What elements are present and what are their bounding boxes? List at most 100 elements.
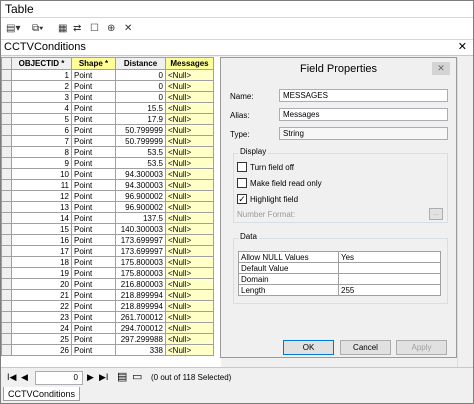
table-row[interactable]: 25 Point 297.299988 <Null> xyxy=(1,333,214,345)
row-selector[interactable] xyxy=(1,234,12,246)
table-row[interactable]: 2 Point 0 <Null> xyxy=(1,80,214,92)
distance-cell[interactable]: 175.800003 xyxy=(115,256,166,268)
shape-cell[interactable]: Point xyxy=(71,91,116,103)
objectid-cell[interactable]: 10 xyxy=(11,168,72,180)
show-all-records-icon[interactable]: ▤ xyxy=(117,370,127,383)
objectid-cell[interactable]: 2 xyxy=(11,80,72,92)
shape-cell[interactable]: Point xyxy=(71,333,116,345)
table-row[interactable]: 22 Point 218.899994 <Null> xyxy=(1,300,214,312)
distance-cell[interactable]: 175.800003 xyxy=(115,267,166,279)
cancel-button[interactable]: Cancel xyxy=(340,340,391,355)
row-selector[interactable] xyxy=(1,157,12,169)
distance-cell[interactable]: 218.899994 xyxy=(115,289,166,301)
vertical-scrollbar[interactable] xyxy=(457,57,473,367)
switch-selection-icon[interactable]: ⇄ xyxy=(73,22,81,36)
distance-cell[interactable]: 0 xyxy=(115,91,166,103)
objectid-cell[interactable]: 21 xyxy=(11,289,72,301)
shape-cell[interactable]: Point xyxy=(71,179,116,191)
shape-cell[interactable]: Point xyxy=(71,135,116,147)
property-row[interactable]: Allow NULL Values Yes xyxy=(238,251,441,263)
row-selector[interactable] xyxy=(1,333,12,345)
distance-cell[interactable]: 173.699997 xyxy=(115,234,166,246)
table-row[interactable]: 12 Point 96.900002 <Null> xyxy=(1,190,214,202)
objectid-cell[interactable]: 17 xyxy=(11,245,72,257)
objectid-cell[interactable]: 1 xyxy=(11,69,72,81)
distance-cell[interactable]: 294.700012 xyxy=(115,322,166,334)
distance-cell[interactable]: 297.299988 xyxy=(115,333,166,345)
shape-cell[interactable]: Point xyxy=(71,256,116,268)
shape-cell[interactable]: Point xyxy=(71,212,116,224)
row-selector[interactable] xyxy=(1,245,12,257)
table-row[interactable]: 9 Point 53.5 <Null> xyxy=(1,157,214,169)
table-row[interactable]: 1 Point 0 <Null> xyxy=(1,69,214,81)
distance-cell[interactable]: 261.700012 xyxy=(115,311,166,323)
table-row[interactable]: 6 Point 50.799999 <Null> xyxy=(1,124,214,136)
objectid-cell[interactable]: 8 xyxy=(11,146,72,158)
objectid-cell[interactable]: 16 xyxy=(11,234,72,246)
objectid-cell[interactable]: 24 xyxy=(11,322,72,334)
turn-field-off-checkbox[interactable] xyxy=(237,162,247,172)
close-icon[interactable]: ✕ xyxy=(458,40,467,53)
column-header-shape[interactable]: Shape * xyxy=(71,57,116,70)
table-row[interactable]: 11 Point 94.300003 <Null> xyxy=(1,179,214,191)
first-record-icon[interactable]: I◀ xyxy=(7,372,16,383)
name-field[interactable]: MESSAGES xyxy=(279,89,448,102)
table-row[interactable]: 23 Point 261.700012 <Null> xyxy=(1,311,214,323)
distance-cell[interactable]: 218.899994 xyxy=(115,300,166,312)
messages-cell[interactable]: <Null> xyxy=(165,102,214,114)
row-selector[interactable] xyxy=(1,256,12,268)
table-row[interactable]: 17 Point 173.699997 <Null> xyxy=(1,245,214,257)
objectid-cell[interactable]: 9 xyxy=(11,157,72,169)
table-row[interactable]: 15 Point 140.300003 <Null> xyxy=(1,223,214,235)
dialog-close-button[interactable]: ✕ xyxy=(432,62,450,75)
distance-cell[interactable]: 173.699997 xyxy=(115,245,166,257)
distance-cell[interactable]: 50.799999 xyxy=(115,124,166,136)
row-selector[interactable] xyxy=(1,223,12,235)
column-header-distance[interactable]: Distance xyxy=(115,57,166,70)
messages-cell[interactable]: <Null> xyxy=(165,157,214,169)
shape-cell[interactable]: Point xyxy=(71,245,116,257)
shape-cell[interactable]: Point xyxy=(71,113,116,125)
messages-cell[interactable]: <Null> xyxy=(165,91,214,103)
shape-cell[interactable]: Point xyxy=(71,344,116,356)
table-row[interactable]: 26 Point 338 <Null> xyxy=(1,344,214,356)
messages-cell[interactable]: <Null> xyxy=(165,223,214,235)
shape-cell[interactable]: Point xyxy=(71,278,116,290)
shape-cell[interactable]: Point xyxy=(71,300,116,312)
table-row[interactable]: 20 Point 216.800003 <Null> xyxy=(1,278,214,290)
shape-cell[interactable]: Point xyxy=(71,146,116,158)
related-tables-icon[interactable]: ⧉▾ xyxy=(32,22,43,36)
shape-cell[interactable]: Point xyxy=(71,168,116,180)
objectid-cell[interactable]: 12 xyxy=(11,190,72,202)
row-selector[interactable] xyxy=(1,168,12,180)
shape-cell[interactable]: Point xyxy=(71,311,116,323)
table-row[interactable]: 7 Point 50.799999 <Null> xyxy=(1,135,214,147)
row-selector[interactable] xyxy=(1,69,12,81)
ok-button[interactable]: OK xyxy=(283,340,334,355)
row-selector[interactable] xyxy=(1,80,12,92)
table-row[interactable]: 10 Point 94.300003 <Null> xyxy=(1,168,214,180)
distance-cell[interactable]: 96.900002 xyxy=(115,201,166,213)
clear-selection-icon[interactable]: ☐ xyxy=(90,22,99,36)
row-selector[interactable] xyxy=(1,212,12,224)
shape-cell[interactable]: Point xyxy=(71,322,116,334)
messages-cell[interactable]: <Null> xyxy=(165,333,214,345)
shape-cell[interactable]: Point xyxy=(71,124,116,136)
shape-cell[interactable]: Point xyxy=(71,234,116,246)
table-row[interactable]: 13 Point 96.900002 <Null> xyxy=(1,201,214,213)
distance-cell[interactable]: 140.300003 xyxy=(115,223,166,235)
distance-cell[interactable]: 0 xyxy=(115,69,166,81)
messages-cell[interactable]: <Null> xyxy=(165,168,214,180)
table-row[interactable]: 4 Point 15.5 <Null> xyxy=(1,102,214,114)
row-selector[interactable] xyxy=(1,201,12,213)
table-row[interactable]: 19 Point 175.800003 <Null> xyxy=(1,267,214,279)
distance-cell[interactable]: 0 xyxy=(115,80,166,92)
shape-cell[interactable]: Point xyxy=(71,223,116,235)
select-by-attributes-icon[interactable]: ▦ xyxy=(58,22,67,36)
property-value[interactable]: 255 xyxy=(338,284,441,296)
objectid-cell[interactable]: 26 xyxy=(11,344,72,356)
property-row[interactable]: Default Value xyxy=(238,262,441,274)
messages-cell[interactable]: <Null> xyxy=(165,179,214,191)
distance-cell[interactable]: 94.300003 xyxy=(115,179,166,191)
delete-selected-icon[interactable]: ✕ xyxy=(124,22,132,36)
